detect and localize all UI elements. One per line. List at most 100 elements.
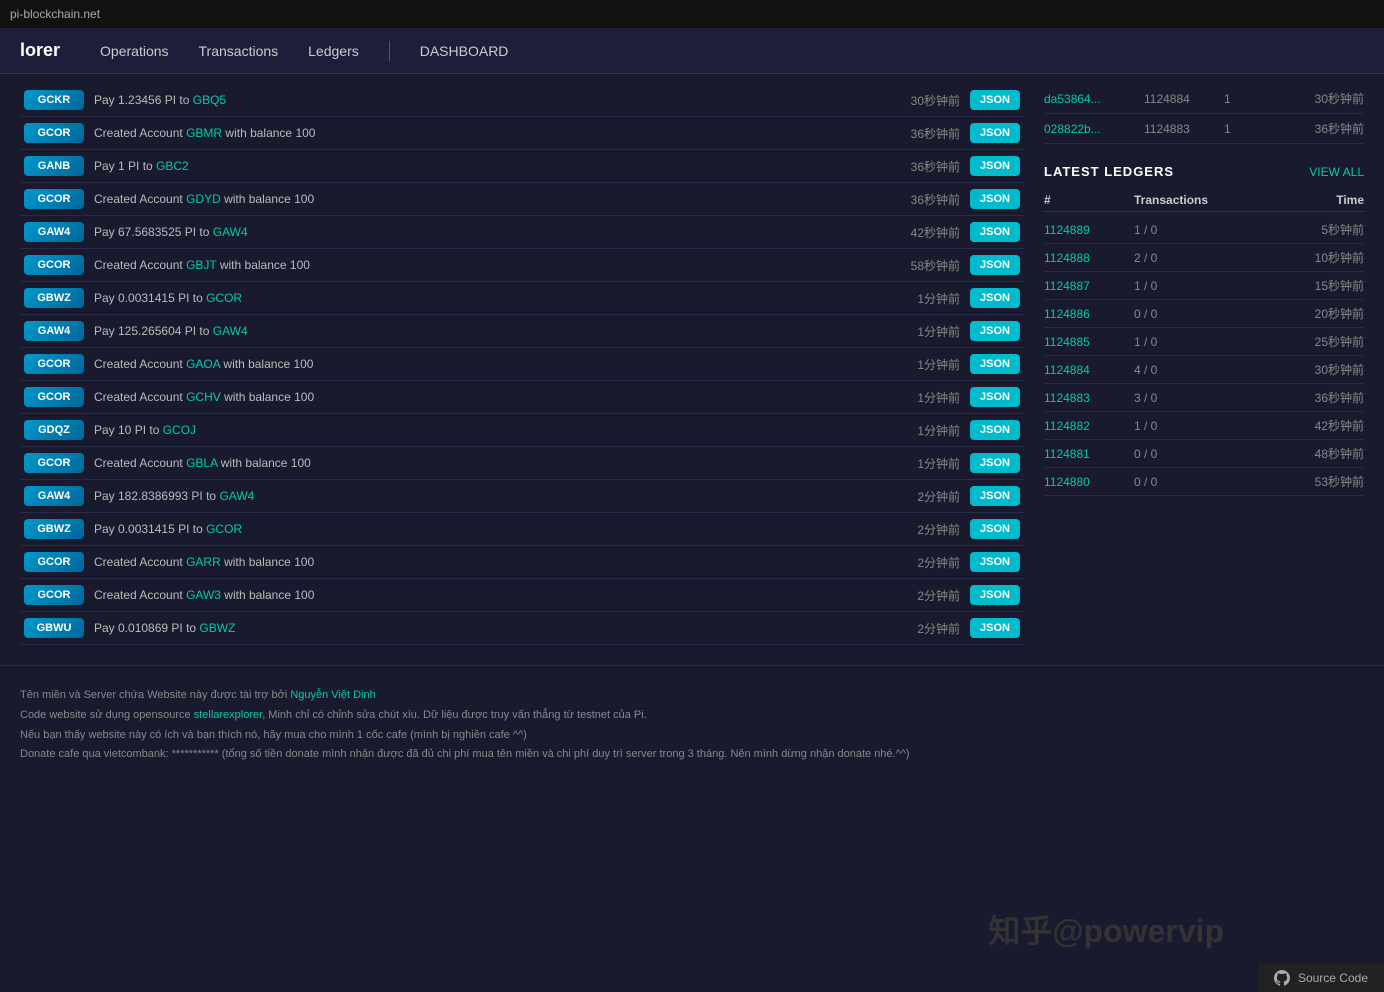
op-badge[interactable]: GAW4 <box>24 222 84 242</box>
json-button[interactable]: JSON <box>970 552 1020 572</box>
ledger-txs: 0 / 0 <box>1134 307 1214 321</box>
ledger-num[interactable]: 1124884 <box>1044 363 1124 377</box>
json-button[interactable]: JSON <box>970 189 1020 209</box>
tx-hash[interactable]: da53864... <box>1044 92 1134 106</box>
op-badge[interactable]: GBWZ <box>24 288 84 308</box>
ledger-time: 15秒钟前 <box>1224 277 1364 294</box>
ledger-time: 53秒钟前 <box>1224 473 1364 490</box>
op-link[interactable]: GDYD <box>186 192 221 206</box>
nav-ledgers[interactable]: Ledgers <box>308 39 359 63</box>
nav-operations[interactable]: Operations <box>100 39 168 63</box>
ledger-num[interactable]: 1124886 <box>1044 307 1124 321</box>
ledger-row: 11248891 / 05秒钟前 <box>1044 216 1364 244</box>
footer-line4: Donate cafe qua vietcombank: ***********… <box>20 745 1364 765</box>
op-time: 42秒钟前 <box>890 224 960 241</box>
op-link[interactable]: GBMR <box>186 126 222 140</box>
nav-dashboard[interactable]: DASHBOARD <box>420 43 509 59</box>
op-link[interactable]: GBC2 <box>156 159 189 173</box>
footer-line2: Code website sử dụng opensource stellare… <box>20 706 1364 726</box>
ledger-num[interactable]: 1124880 <box>1044 475 1124 489</box>
op-badge[interactable]: GCOR <box>24 354 84 374</box>
json-button[interactable]: JSON <box>970 321 1020 341</box>
op-badge[interactable]: GCOR <box>24 123 84 143</box>
op-link[interactable]: GAW4 <box>213 225 248 239</box>
recent-tx-list: da53864...1124884130秒钟前028822b...1124883… <box>1044 84 1364 144</box>
json-button[interactable]: JSON <box>970 156 1020 176</box>
op-badge[interactable]: GCOR <box>24 552 84 572</box>
ledger-num[interactable]: 1124889 <box>1044 223 1124 237</box>
op-link[interactable]: GCHV <box>186 390 221 404</box>
json-button[interactable]: JSON <box>970 486 1020 506</box>
op-link[interactable]: GBJT <box>186 258 216 272</box>
json-button[interactable]: JSON <box>970 123 1020 143</box>
op-link[interactable]: GBWZ <box>199 621 235 635</box>
op-badge[interactable]: GAW4 <box>24 321 84 341</box>
ledger-txs: 1 / 0 <box>1134 223 1214 237</box>
op-desc: Pay 1 PI to GBC2 <box>94 159 880 173</box>
tx-ledger: 1124883 <box>1144 122 1214 136</box>
op-link[interactable]: GCOR <box>206 291 242 305</box>
op-badge[interactable]: GCKR <box>24 90 84 110</box>
ledger-time: 25秒钟前 <box>1224 333 1364 350</box>
json-button[interactable]: JSON <box>970 288 1020 308</box>
operation-row: GCKRPay 1.23456 PI to GBQ530秒钟前JSON <box>20 84 1024 117</box>
json-button[interactable]: JSON <box>970 222 1020 242</box>
op-badge[interactable]: GANB <box>24 156 84 176</box>
op-time: 1分钟前 <box>890 323 960 340</box>
op-link[interactable]: GAW4 <box>219 489 254 503</box>
ledger-txs: 0 / 0 <box>1134 475 1214 489</box>
ledger-txs: 3 / 0 <box>1134 391 1214 405</box>
op-link[interactable]: GBLA <box>186 456 217 470</box>
json-button[interactable]: JSON <box>970 354 1020 374</box>
ledger-row: 11248810 / 048秒钟前 <box>1044 440 1364 468</box>
op-link[interactable]: GAOA <box>186 357 220 371</box>
op-badge[interactable]: GBWZ <box>24 519 84 539</box>
view-all-link[interactable]: VIEW ALL <box>1309 165 1364 179</box>
op-badge[interactable]: GCOR <box>24 387 84 407</box>
json-button[interactable]: JSON <box>970 585 1020 605</box>
nav-divider <box>389 41 390 61</box>
op-link[interactable]: GCOR <box>206 522 242 536</box>
op-link[interactable]: GCOJ <box>163 423 196 437</box>
op-badge[interactable]: GCOR <box>24 189 84 209</box>
op-badge[interactable]: GCOR <box>24 585 84 605</box>
ledger-txs: 0 / 0 <box>1134 447 1214 461</box>
op-link[interactable]: GBQ5 <box>193 93 226 107</box>
op-badge[interactable]: GBWU <box>24 618 84 638</box>
op-link[interactable]: GARR <box>186 555 221 569</box>
nav-transactions[interactable]: Transactions <box>199 39 279 63</box>
ledger-time: 30秒钟前 <box>1224 361 1364 378</box>
watermark: 知乎@powervip <box>988 906 1224 952</box>
ledger-num[interactable]: 1124887 <box>1044 279 1124 293</box>
ledger-num[interactable]: 1124882 <box>1044 419 1124 433</box>
source-code-bar[interactable]: Source Code <box>1258 964 1384 992</box>
json-button[interactable]: JSON <box>970 618 1020 638</box>
footer-link-author[interactable]: Nguyễn Việt Dinh <box>290 689 375 701</box>
footer: Tên miền và Server chứa Website này được… <box>0 665 1384 775</box>
json-button[interactable]: JSON <box>970 519 1020 539</box>
footer-link-stellarexplorer[interactable]: stellarexplorer <box>194 709 262 721</box>
json-button[interactable]: JSON <box>970 255 1020 275</box>
ledger-rows: 11248891 / 05秒钟前11248882 / 010秒钟前1124887… <box>1044 216 1364 496</box>
json-button[interactable]: JSON <box>970 387 1020 407</box>
op-badge[interactable]: GCOR <box>24 255 84 275</box>
op-badge[interactable]: GDQZ <box>24 420 84 440</box>
json-button[interactable]: JSON <box>970 453 1020 473</box>
tx-hash[interactable]: 028822b... <box>1044 122 1134 136</box>
op-time: 36秒钟前 <box>890 158 960 175</box>
ledger-row: 11248882 / 010秒钟前 <box>1044 244 1364 272</box>
ledger-time: 10秒钟前 <box>1224 249 1364 266</box>
op-link[interactable]: GAW3 <box>186 588 221 602</box>
op-desc: Pay 1.23456 PI to GBQ5 <box>94 93 880 107</box>
op-desc: Pay 0.0031415 PI to GCOR <box>94 522 880 536</box>
op-link[interactable]: GAW4 <box>213 324 248 338</box>
json-button[interactable]: JSON <box>970 420 1020 440</box>
ledger-num[interactable]: 1124883 <box>1044 391 1124 405</box>
ledger-num[interactable]: 1124888 <box>1044 251 1124 265</box>
ledger-num[interactable]: 1124885 <box>1044 335 1124 349</box>
op-badge[interactable]: GCOR <box>24 453 84 473</box>
json-button[interactable]: JSON <box>970 90 1020 110</box>
operations-panel: GCKRPay 1.23456 PI to GBQ530秒钟前JSONGCORC… <box>20 84 1024 645</box>
op-badge[interactable]: GAW4 <box>24 486 84 506</box>
ledger-num[interactable]: 1124881 <box>1044 447 1124 461</box>
